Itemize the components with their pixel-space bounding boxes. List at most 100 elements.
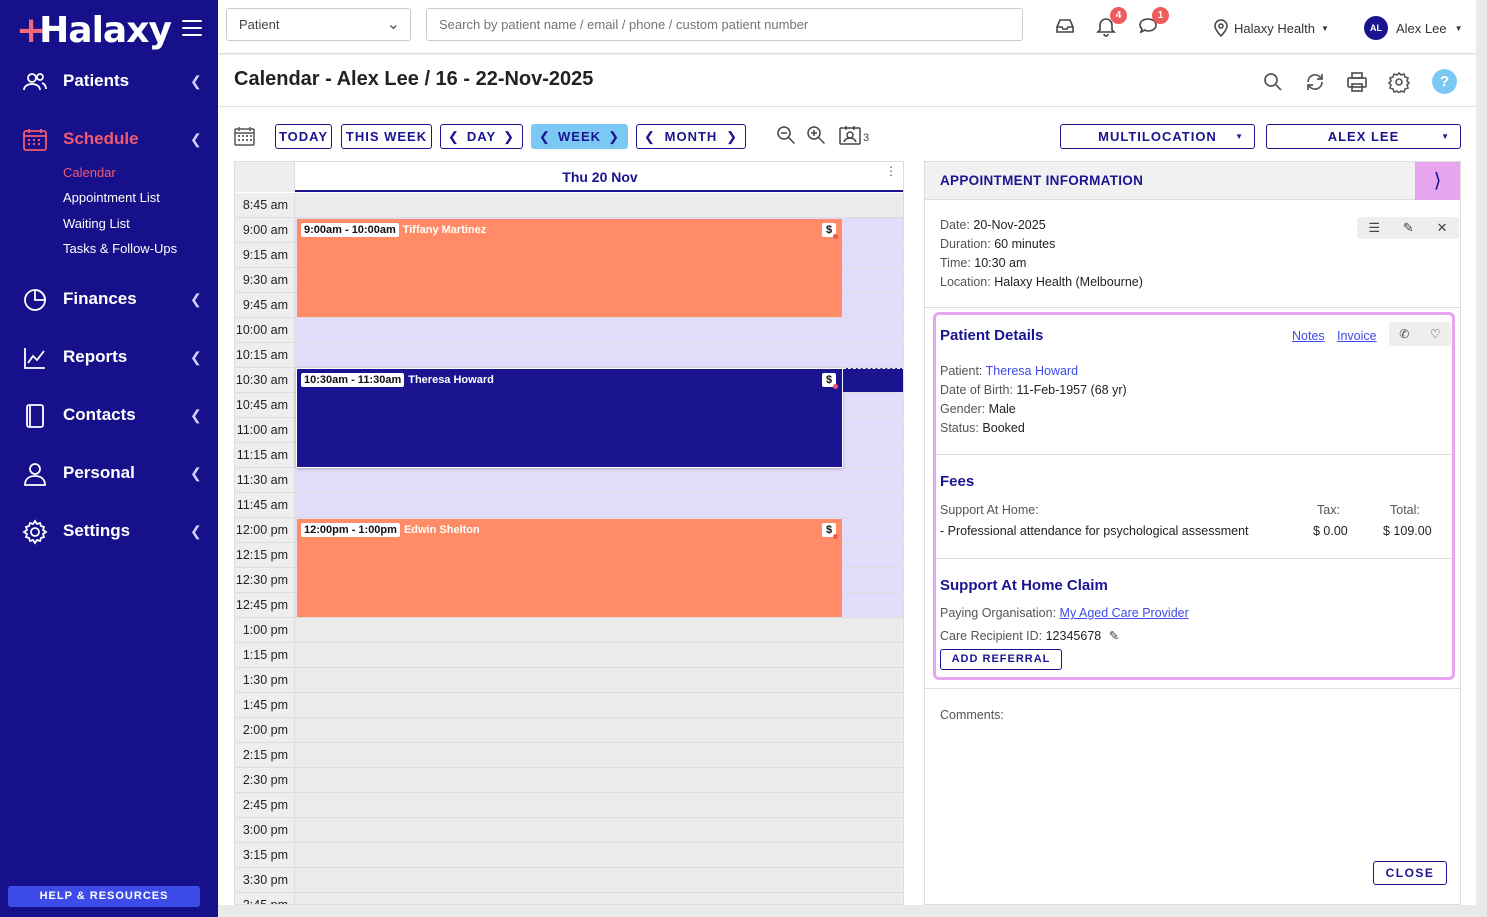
chevron-left-icon[interactable]: ❮: [448, 129, 460, 145]
chevron-left-icon[interactable]: ❮: [644, 129, 656, 145]
calendar-cell[interactable]: [295, 643, 903, 668]
appointment-block[interactable]: 10:30am - 11:30am Theresa Howard $: [297, 369, 842, 467]
search-type-select[interactable]: Patient ⌄: [226, 8, 411, 41]
halaxy-logo[interactable]: + Halaxy: [16, 8, 172, 52]
time-label: 2:15 pm: [235, 743, 295, 768]
zoom-in-icon[interactable]: [806, 125, 826, 145]
chevron-right-icon[interactable]: ❯: [608, 129, 620, 145]
calendar-cell[interactable]: [295, 343, 903, 368]
subnav-waiting-list[interactable]: Waiting List: [63, 216, 130, 231]
user-menu[interactable]: AL Alex Lee ▼: [1364, 16, 1463, 40]
billing-icon[interactable]: $: [822, 373, 838, 389]
invoice-link[interactable]: Invoice: [1337, 329, 1377, 343]
calendar-cell[interactable]: [295, 693, 903, 718]
select-value: Patient: [239, 17, 280, 32]
time-label: 2:45 pm: [235, 793, 295, 818]
zoom-out-icon[interactable]: [776, 125, 796, 145]
chevron-left-icon: ❮: [190, 130, 202, 147]
collapse-panel-icon[interactable]: ⟩: [1415, 162, 1460, 200]
location-switcher[interactable]: Halaxy Health ▼: [1214, 16, 1329, 40]
sidebar-item-patients[interactable]: Patients ❮: [0, 61, 218, 101]
calendar-cell[interactable]: [295, 193, 903, 218]
practitioner-dropdown[interactable]: ALEX LEE ▼: [1266, 124, 1461, 149]
messages-button[interactable]: 1: [1137, 7, 1169, 37]
today-button[interactable]: TODAY: [275, 124, 332, 149]
help-resources-button[interactable]: HELP & RESOURCES: [8, 886, 200, 907]
calendar-cell[interactable]: [295, 468, 903, 493]
day-header[interactable]: Thu 20 Nov: [295, 162, 903, 192]
chevron-right-icon[interactable]: ❯: [503, 129, 515, 145]
add-referral-button[interactable]: ADD REFERRAL: [940, 649, 1062, 670]
calendar-cell[interactable]: [295, 893, 903, 904]
patient-link[interactable]: Theresa Howard: [986, 364, 1078, 378]
sidebar-item-finances[interactable]: Finances ❮: [0, 279, 218, 319]
calendar-cell[interactable]: [295, 793, 903, 818]
calendar-cell[interactable]: [295, 668, 903, 693]
location-pin-icon: [1214, 19, 1228, 37]
this-week-button[interactable]: THIS WEEK: [341, 124, 432, 149]
list-icon[interactable]: ☰: [1368, 220, 1380, 236]
messages-badge: 1: [1152, 7, 1169, 24]
week-nav-button[interactable]: ❮ WEEK ❯: [531, 124, 628, 149]
date-picker-icon[interactable]: [234, 126, 255, 146]
calendar-cell[interactable]: [295, 718, 903, 743]
calendar-cell[interactable]: [295, 318, 903, 343]
page-title: Calendar - Alex Lee / 16 - 22-Nov-2025: [234, 68, 594, 90]
care-recipient-id: Care Recipient ID: 12345678 ✎: [940, 628, 1119, 643]
edit-icon[interactable]: ✎: [1403, 220, 1414, 236]
print-icon[interactable]: [1346, 71, 1368, 93]
practitioner-view-toggle[interactable]: 3: [839, 125, 875, 147]
time-label: 12:00 pm: [235, 518, 295, 543]
billing-icon[interactable]: $: [822, 523, 838, 539]
day-nav-button[interactable]: ❮ DAY ❯: [440, 124, 523, 149]
calendar-cell[interactable]: [295, 768, 903, 793]
sidebar-item-schedule[interactable]: Schedule ❮: [0, 119, 218, 159]
subnav-appointment-list[interactable]: Appointment List: [63, 190, 160, 205]
field-label: Location:: [940, 275, 991, 289]
time-label: 3:30 pm: [235, 868, 295, 893]
inbox-icon[interactable]: [1054, 15, 1076, 37]
contact-actions: ✆ ♡: [1389, 322, 1451, 346]
more-options-icon[interactable]: ⋮: [885, 165, 897, 177]
sidebar-item-settings[interactable]: Settings ❮: [0, 511, 218, 551]
calendar-cell[interactable]: [295, 493, 903, 518]
appointment-block[interactable]: 9:00am - 10:00am Tiffany Martinez $: [297, 219, 842, 317]
phone-icon[interactable]: ✆: [1399, 327, 1409, 341]
calendar-cell[interactable]: [295, 618, 903, 643]
sidebar-item-personal[interactable]: Personal ❮: [0, 453, 218, 493]
close-icon[interactable]: ✕: [1437, 220, 1448, 236]
appointment-block[interactable]: 12:00pm - 1:00pm Edwin Shelton $: [297, 519, 842, 617]
appointment-patient: Tiffany Martinez: [402, 224, 487, 236]
time-label: 12:30 pm: [235, 568, 295, 593]
settings-gear-icon[interactable]: [1388, 71, 1410, 93]
bell-icon[interactable]: ♡: [1430, 327, 1441, 341]
chevron-left-icon[interactable]: ❮: [539, 129, 551, 145]
time-label: 3:15 pm: [235, 843, 295, 868]
refresh-icon[interactable]: [1304, 71, 1326, 93]
multilocation-dropdown[interactable]: MULTILOCATION ▼: [1060, 124, 1255, 149]
sidebar-item-reports[interactable]: Reports ❮: [0, 337, 218, 377]
patient-search-input[interactable]: [426, 8, 1023, 41]
subnav-calendar[interactable]: Calendar: [63, 165, 116, 180]
page-scrollbar[interactable]: [1476, 0, 1487, 917]
chevron-down-icon: ⌄: [386, 16, 400, 33]
help-icon[interactable]: ?: [1432, 69, 1457, 94]
calendar-cell[interactable]: [295, 818, 903, 843]
time-label: 2:00 pm: [235, 718, 295, 743]
edit-icon[interactable]: ✎: [1109, 629, 1119, 643]
month-nav-button[interactable]: ❮ MONTH ❯: [636, 124, 746, 149]
notifications-button[interactable]: 4: [1095, 7, 1127, 37]
menu-icon[interactable]: [182, 20, 202, 36]
close-button[interactable]: CLOSE: [1373, 861, 1447, 885]
calendar-cell[interactable]: [295, 743, 903, 768]
calendar-cell[interactable]: [295, 868, 903, 893]
billing-icon[interactable]: $: [822, 223, 838, 239]
search-icon[interactable]: [1262, 71, 1284, 93]
notes-link[interactable]: Notes: [1292, 329, 1325, 343]
organisation-link[interactable]: My Aged Care Provider: [1060, 606, 1189, 620]
sidebar-item-contacts[interactable]: Contacts ❮: [0, 395, 218, 435]
calendar-cell[interactable]: [295, 843, 903, 868]
horizontal-scrollbar[interactable]: [218, 905, 1476, 917]
chevron-right-icon[interactable]: ❯: [726, 129, 738, 145]
subnav-tasks[interactable]: Tasks & Follow-Ups: [63, 241, 177, 256]
